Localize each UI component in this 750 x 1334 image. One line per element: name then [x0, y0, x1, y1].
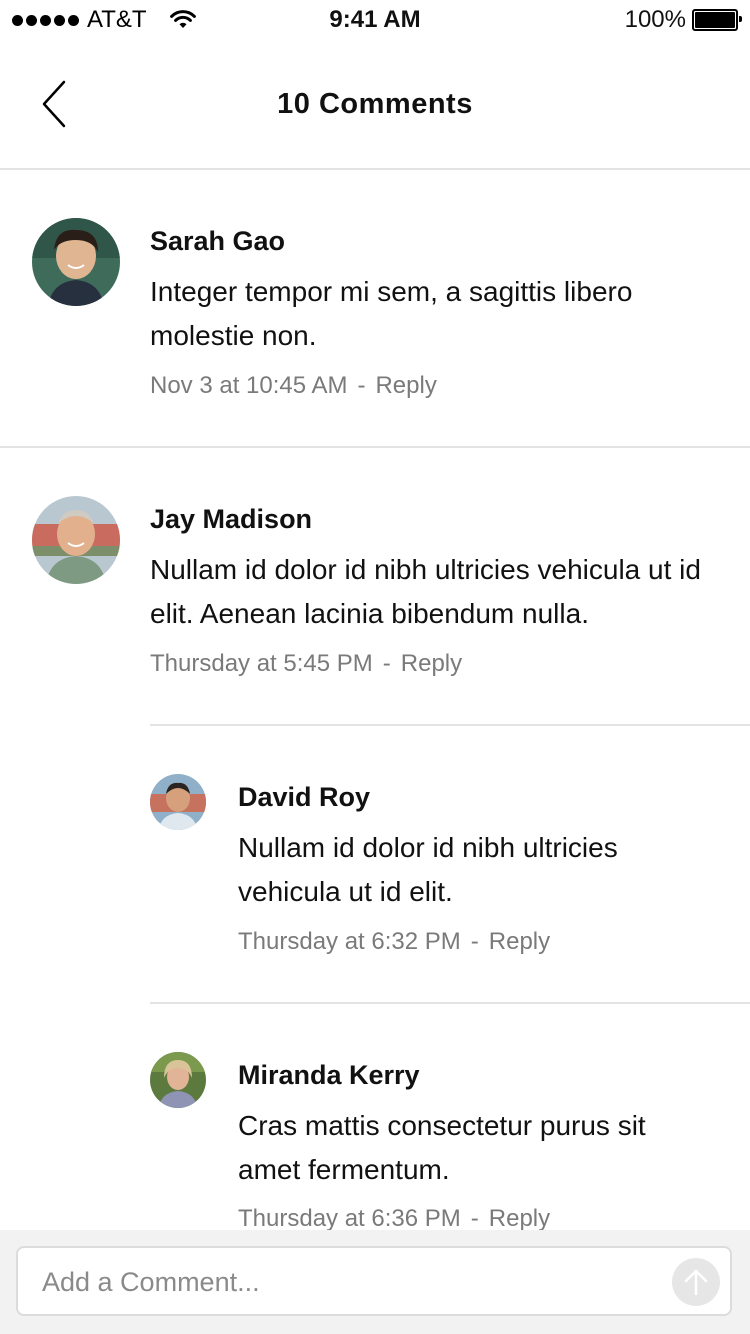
reply-link[interactable]: Reply [489, 928, 550, 955]
avatar[interactable] [32, 496, 120, 584]
comment-meta: Nov 3 at 10:45 AM - Reply [150, 372, 437, 399]
avatar[interactable] [150, 1052, 206, 1108]
send-button[interactable] [672, 1258, 720, 1306]
avatar[interactable] [32, 218, 120, 306]
comment-timestamp: Thursday at 6:36 PM [238, 1205, 461, 1232]
reply-link[interactable]: Reply [401, 650, 462, 677]
comment-body: Nullam id dolor id nibh ultricies vehicu… [238, 832, 618, 907]
arrow-up-icon [684, 1269, 708, 1296]
comment-timestamp: Nov 3 at 10:45 AM [150, 372, 348, 399]
comment-composer [0, 1230, 750, 1334]
reply-link[interactable]: Reply [375, 372, 436, 399]
comment-timestamp: Thursday at 5:45 PM [150, 650, 373, 677]
comment-body: Integer tempor mi sem, a sagittis libero… [150, 276, 633, 351]
battery-icon [692, 9, 742, 31]
divider [150, 1002, 750, 1004]
battery-percent: 100% [624, 6, 686, 33]
comment-input-box [16, 1246, 732, 1316]
divider [0, 446, 750, 448]
comment-meta: Thursday at 5:45 PM - Reply [150, 650, 463, 677]
status-right: 100% [624, 6, 742, 34]
battery-fill [695, 12, 735, 28]
comment-author[interactable]: Miranda Kerry [238, 1060, 420, 1091]
comment-meta: Thursday at 6:36 PM - Reply [238, 1205, 551, 1232]
comment-author[interactable]: Sarah Gao [150, 226, 285, 257]
reply-link[interactable]: Reply [489, 1205, 550, 1232]
comment-input[interactable] [40, 1248, 664, 1316]
divider [150, 724, 750, 726]
comment-body: Nullam id dolor id nibh ultricies vehicu… [150, 554, 701, 629]
avatar[interactable] [150, 774, 206, 830]
comment-author[interactable]: David Roy [238, 782, 370, 813]
comment-meta: Thursday at 6:32 PM - Reply [238, 928, 551, 955]
status-bar: AT&T 9:41 AM 100% [0, 0, 750, 40]
page-title: 10 Comments [277, 88, 473, 120]
comment-timestamp: Thursday at 6:32 PM [238, 928, 461, 955]
comment-author[interactable]: Jay Madison [150, 504, 312, 535]
comment-body: Cras mattis consectetur purus sit amet f… [238, 1110, 646, 1185]
nav-bar: 10 Comments [0, 40, 750, 170]
